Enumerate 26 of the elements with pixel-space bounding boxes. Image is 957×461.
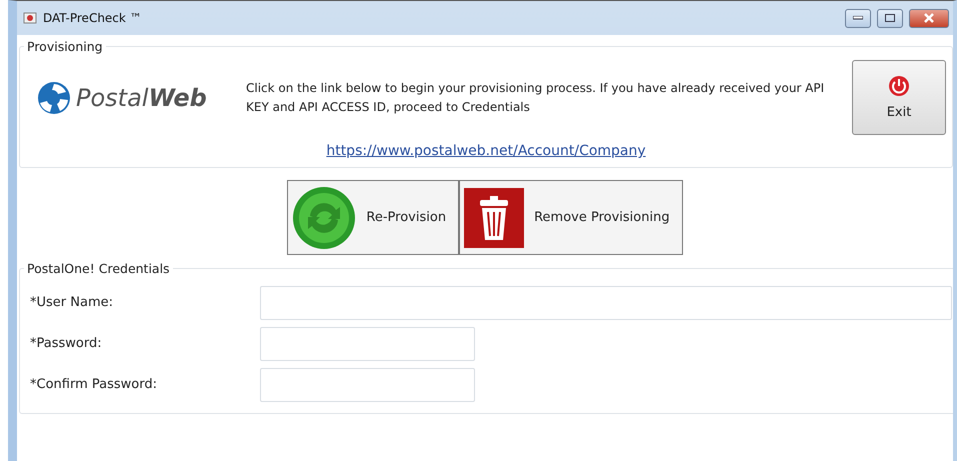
exit-button[interactable]: Exit xyxy=(852,60,946,135)
trash-icon xyxy=(464,188,524,248)
group-legend: Provisioning xyxy=(24,39,106,54)
reprovision-button[interactable]: Re-Provision xyxy=(287,180,460,255)
maximize-button[interactable] xyxy=(877,8,903,28)
swirl-logo-icon xyxy=(36,80,72,116)
close-icon xyxy=(923,13,935,23)
input-field[interactable] xyxy=(260,368,475,402)
field-label: *User Name: xyxy=(29,295,114,310)
remove-provisioning-button[interactable]: Remove Provisioning xyxy=(459,180,683,255)
logo-text: PostalWeb xyxy=(76,84,207,112)
power-icon xyxy=(888,75,910,97)
provisioning-link[interactable]: https://www.postalweb.net/Account/Company xyxy=(326,143,646,159)
refresh-icon xyxy=(292,186,356,250)
instructions-text: Click on the link below to begin your provisioning process. If you have already received your API KEY and API ACCESS ID, proceed to Credentials xyxy=(246,80,826,116)
group-legend: PostalOne! Credentials xyxy=(24,261,173,276)
minimize-button[interactable] xyxy=(845,8,871,28)
field-label: *Password: xyxy=(29,336,103,351)
field-label: *Confirm Password: xyxy=(29,377,158,392)
close-button[interactable] xyxy=(909,8,949,28)
app-icon xyxy=(23,11,37,25)
input-field[interactable] xyxy=(260,286,952,320)
minimize-icon xyxy=(853,16,863,20)
window-title: DAT-PreCheck ™ xyxy=(43,11,143,25)
input-field[interactable] xyxy=(260,326,475,360)
maximize-icon xyxy=(885,14,895,22)
